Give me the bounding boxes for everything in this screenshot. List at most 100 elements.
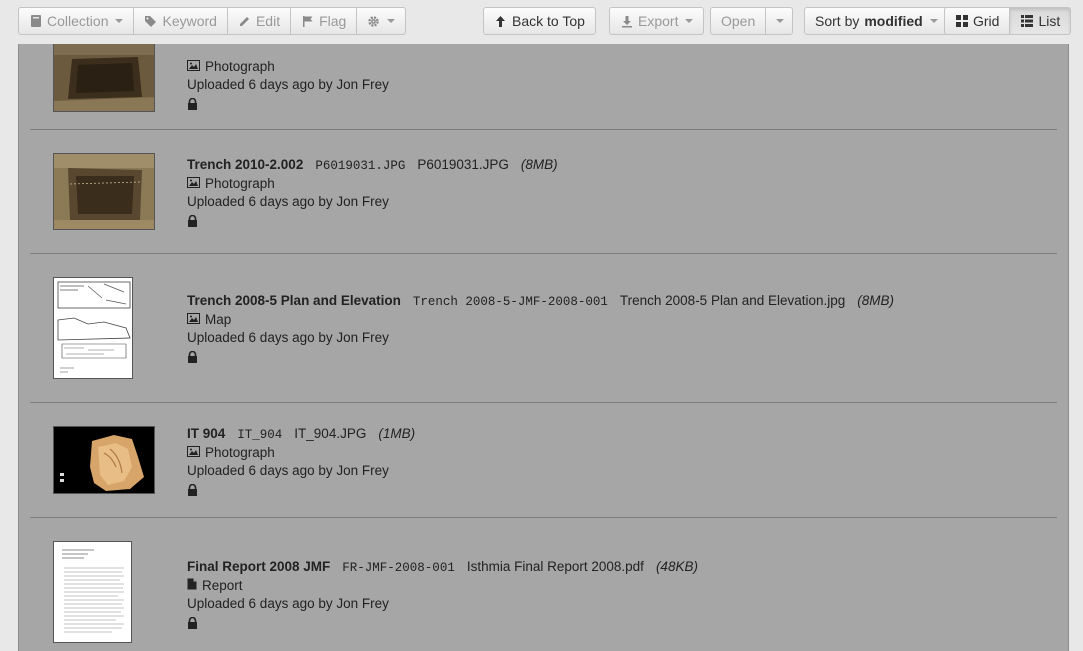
item-filesize: (8MB)	[520, 157, 558, 172]
chevron-down-icon	[387, 19, 396, 23]
list-item[interactable]: IT 904 IT_904 IT_904.JPG (1MB) Photograp…	[30, 403, 1057, 518]
thumbnail-image[interactable]	[53, 426, 155, 494]
grid-view-button[interactable]: Grid	[944, 7, 1011, 35]
open-dropdown-button[interactable]	[766, 7, 794, 35]
item-filesize: (48KB)	[655, 559, 698, 574]
sort-group: Sort by modified	[804, 7, 949, 35]
item-info: IT 904 IT_904 IT_904.JPG (1MB) Photograp…	[187, 425, 415, 501]
item-title[interactable]: IT 904	[187, 425, 225, 443]
item-title-line: IT 904 IT_904 IT_904.JPG (1MB)	[187, 425, 415, 444]
settings-button[interactable]	[357, 7, 407, 35]
item-title-line: Trench 2008-5 Plan and Elevation Trench …	[187, 292, 894, 311]
item-info: Trench 2008-5 Plan and Elevation Trench …	[187, 292, 894, 368]
edit-button[interactable]: Edit	[227, 7, 292, 35]
export-button[interactable]: Export	[609, 7, 705, 35]
item-lock	[187, 347, 894, 368]
back-to-top-group: Back to Top	[483, 7, 596, 35]
item-filename: Isthmia Final Report 2008.pdf	[466, 559, 644, 574]
item-uploaded: Uploaded 6 days ago by Jon Frey	[187, 596, 389, 611]
list-item[interactable]: Trench 2010-2.002 P6019031.JPG P6019031.…	[30, 130, 1057, 254]
flag-label: Flag	[319, 13, 347, 29]
item-lock	[187, 613, 698, 634]
results-list: Photograph Uploaded 6 days ago by Jon Fr…	[19, 44, 1068, 651]
open-group: Open	[710, 7, 794, 35]
sort-button[interactable]: Sort by modified	[804, 7, 949, 35]
item-filename: P6019031.JPG	[417, 157, 509, 172]
lock-icon	[187, 483, 198, 501]
thumbnail-image[interactable]	[53, 153, 155, 230]
item-filename: Trench 2008-5 Plan and Elevation.jpg	[619, 293, 846, 308]
keyword-label: Keyword	[162, 13, 217, 29]
flag-icon	[301, 15, 314, 28]
item-type-label: Photograph	[205, 445, 275, 460]
photo-icon	[187, 58, 200, 76]
back-to-top-button[interactable]: Back to Top	[483, 7, 596, 35]
export-label: Export	[638, 13, 679, 29]
photo-icon	[187, 175, 200, 193]
photo-icon	[187, 444, 200, 462]
toolbar: Collection Keyword Edit Flag Back to Top…	[0, 0, 1083, 44]
open-button[interactable]: Open	[710, 7, 767, 35]
lock-icon	[187, 214, 198, 232]
item-type: Report	[187, 577, 698, 595]
list-view-button[interactable]: List	[1010, 7, 1072, 35]
item-lock	[187, 94, 389, 115]
thumbnail-image[interactable]	[53, 541, 132, 643]
item-lock	[187, 211, 558, 232]
item-title[interactable]: Trench 2010-2.002	[187, 156, 303, 174]
document-icon	[187, 577, 197, 595]
back-to-top-label: Back to Top	[512, 13, 585, 29]
flag-button[interactable]: Flag	[291, 7, 358, 35]
tag-icon	[144, 15, 157, 28]
list-icon	[1020, 15, 1033, 28]
thumbnail-image[interactable]	[53, 277, 133, 379]
item-type-label: Photograph	[205, 59, 275, 74]
collection-button[interactable]: Collection	[18, 7, 135, 35]
export-group: Export	[609, 7, 705, 35]
lock-icon	[187, 616, 198, 634]
item-identifier: IT_904	[237, 428, 283, 442]
arrow-up-icon	[494, 15, 507, 28]
open-label: Open	[721, 13, 756, 29]
results-panel: Photograph Uploaded 6 days ago by Jon Fr…	[18, 44, 1069, 651]
edit-label: Edit	[255, 13, 281, 29]
list-item[interactable]: Photograph Uploaded 6 days ago by Jon Fr…	[30, 44, 1057, 130]
sort-value-label: modified	[864, 13, 923, 29]
chevron-down-icon	[776, 19, 785, 23]
grid-icon	[955, 15, 968, 28]
item-type: Photograph	[187, 175, 558, 193]
download-icon	[620, 15, 633, 28]
lock-icon	[187, 350, 198, 368]
item-uploaded: Uploaded 6 days ago by Jon Frey	[187, 330, 389, 345]
grid-label: Grid	[973, 13, 1000, 29]
collection-icon	[29, 15, 42, 28]
item-title[interactable]: Trench 2008-5 Plan and Elevation	[187, 292, 401, 310]
item-type: Photograph	[187, 444, 415, 462]
item-uploaded: Uploaded 6 days ago by Jon Frey	[187, 463, 389, 478]
item-lock	[187, 480, 415, 501]
item-uploaded: Uploaded 6 days ago by Jon Frey	[187, 194, 389, 209]
item-filesize: (8MB)	[857, 293, 895, 308]
item-info: Trench 2010-2.002 P6019031.JPG P6019031.…	[187, 156, 558, 232]
chevron-down-icon	[929, 19, 938, 23]
collection-label: Collection	[47, 13, 109, 29]
chevron-down-icon	[685, 19, 694, 23]
pencil-icon	[238, 15, 251, 28]
item-info: Final Report 2008 JMF FR-JMF-2008-001 Is…	[187, 558, 698, 634]
item-title[interactable]: Final Report 2008 JMF	[187, 558, 330, 576]
item-info: Photograph Uploaded 6 days ago by Jon Fr…	[187, 58, 389, 115]
list-item[interactable]: Final Report 2008 JMF FR-JMF-2008-001 Is…	[30, 518, 1057, 651]
item-filesize: (1MB)	[378, 426, 416, 441]
photo-icon	[187, 311, 200, 329]
keyword-button[interactable]: Keyword	[134, 7, 228, 35]
item-title-line: Trench 2010-2.002 P6019031.JPG P6019031.…	[187, 156, 558, 175]
view-toggle-group: Grid List	[944, 7, 1072, 35]
item-type-label: Report	[202, 578, 243, 593]
lock-icon	[187, 97, 198, 115]
item-filename: IT_904.JPG	[294, 426, 367, 441]
list-item[interactable]: Trench 2008-5 Plan and Elevation Trench …	[30, 254, 1057, 403]
item-identifier: Trench 2008-5-JMF-2008-001	[412, 295, 608, 309]
item-type: Photograph	[187, 58, 389, 76]
thumbnail-image[interactable]	[53, 44, 155, 112]
list-label: List	[1038, 13, 1061, 29]
